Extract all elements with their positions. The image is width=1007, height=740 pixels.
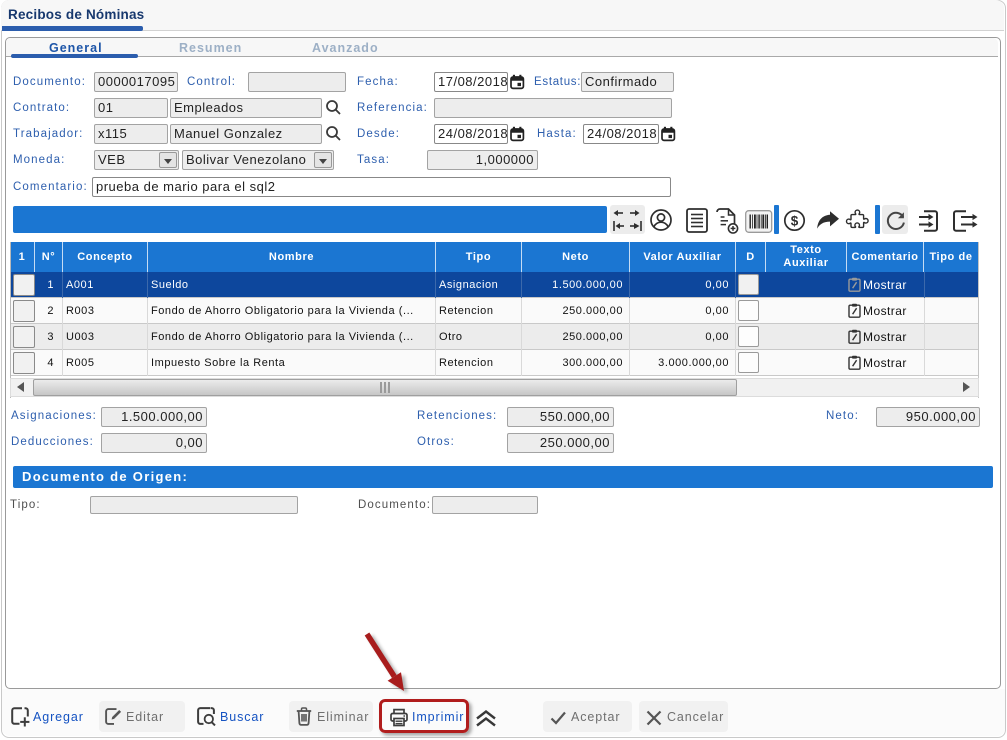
svg-text:$: $ [791,213,799,228]
